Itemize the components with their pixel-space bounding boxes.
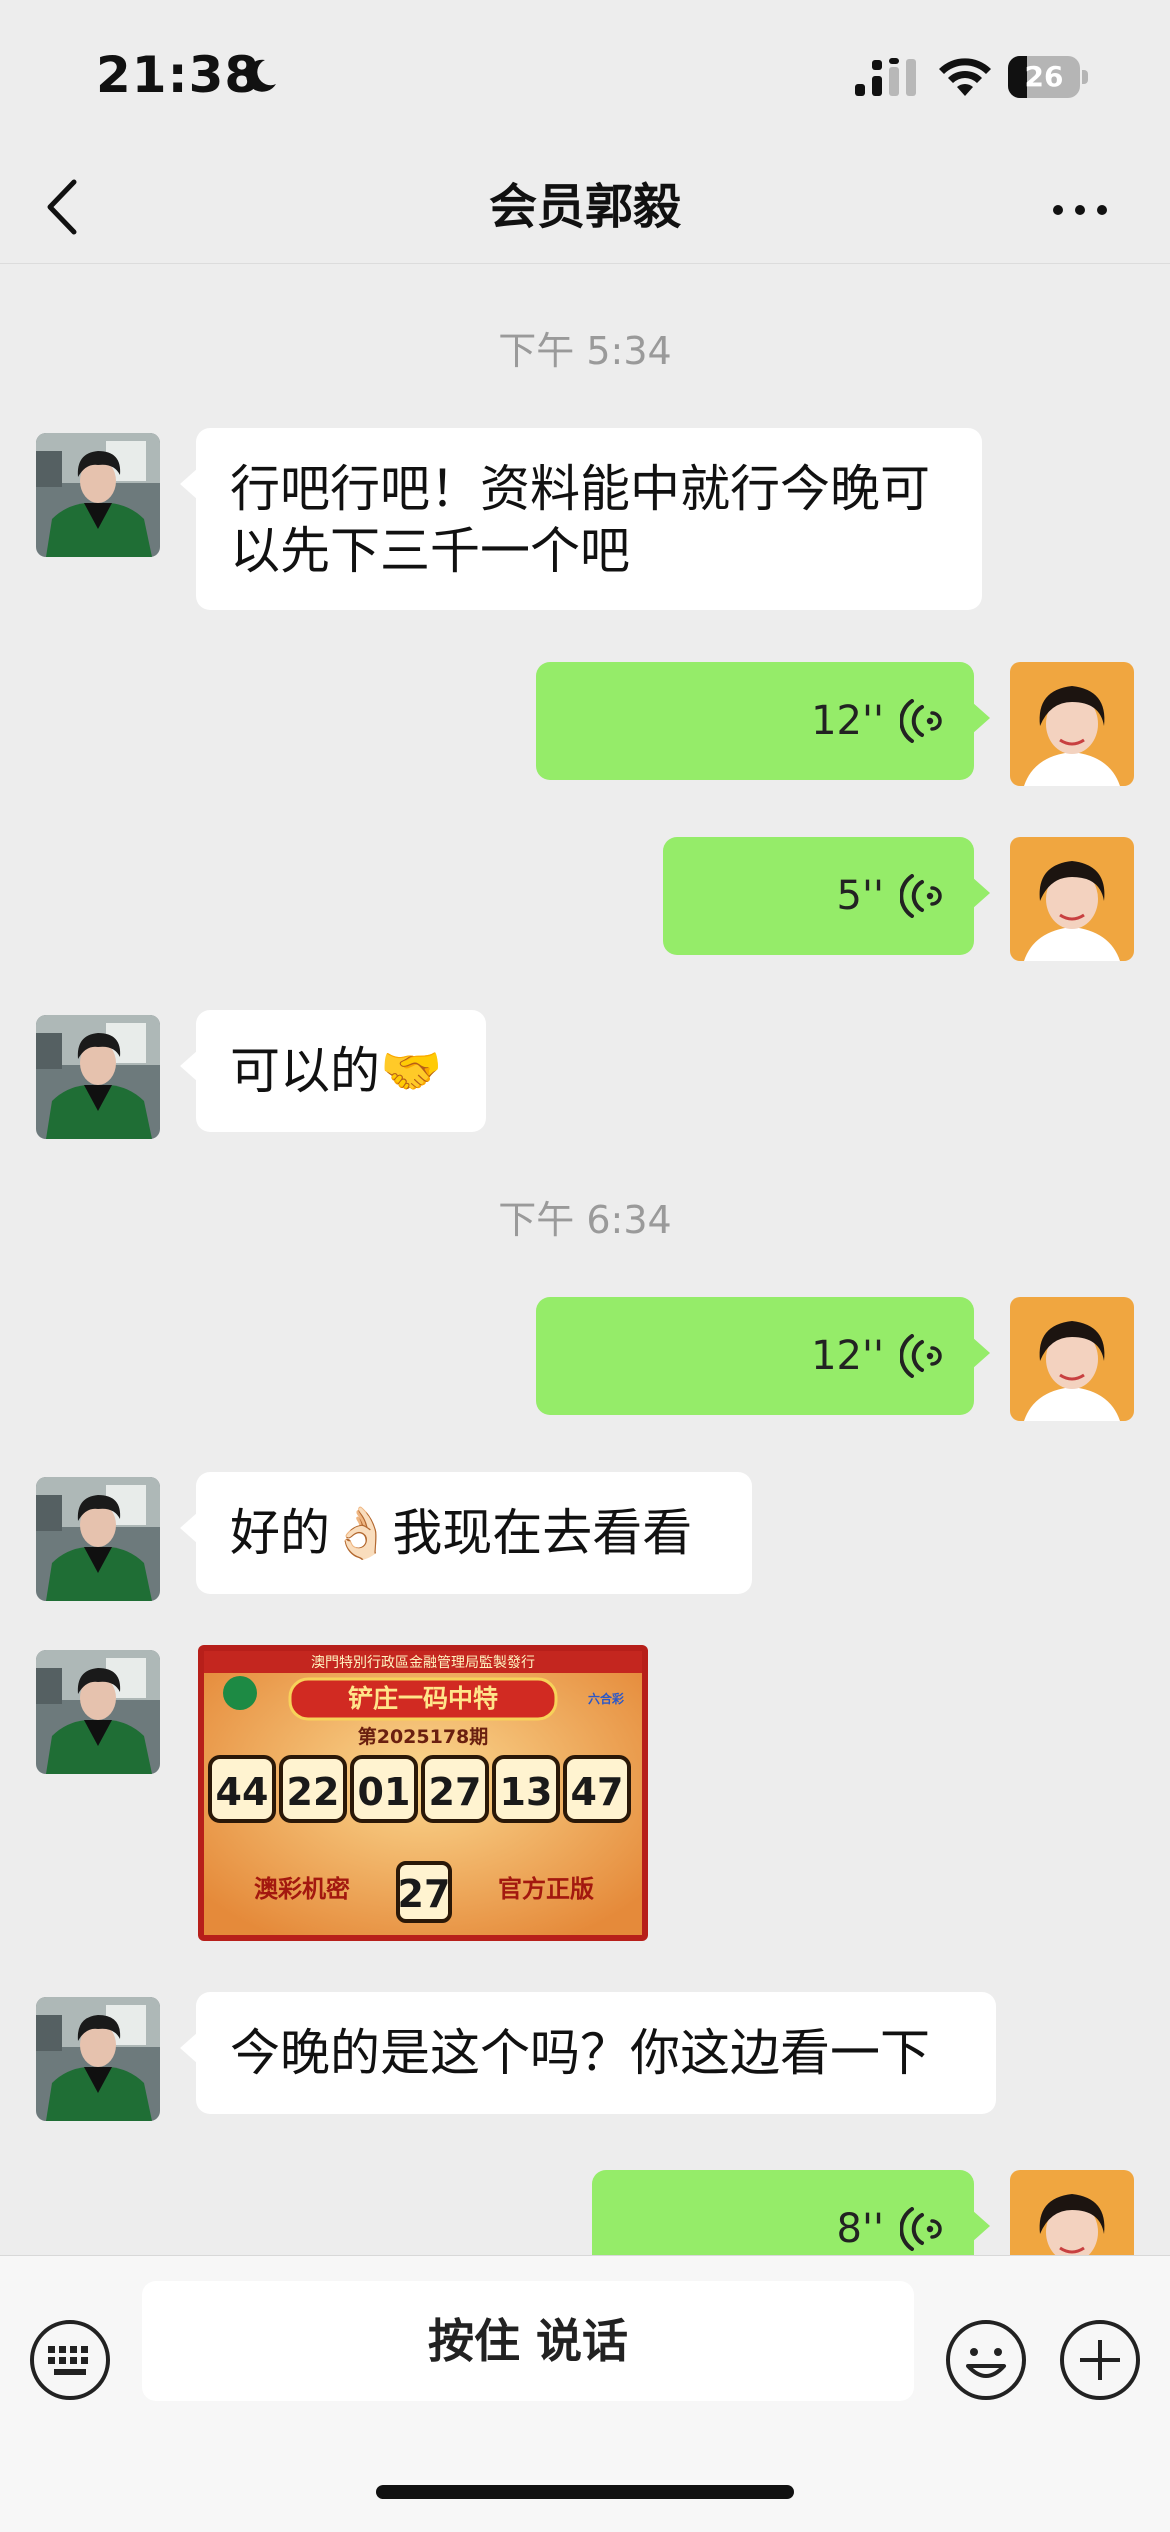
- chat-header: 会员郭毅: [0, 150, 1170, 264]
- received-message[interactable]: 行吧行吧！资料能中就行今晚可以先下三千一个吧: [180, 428, 982, 610]
- home-indicator[interactable]: [376, 2485, 794, 2499]
- lottery-number: 27: [429, 1770, 482, 1814]
- lottery-number: 01: [358, 1770, 411, 1814]
- voice-wave-icon: [900, 874, 944, 918]
- timestamp: 下午 5:34: [498, 329, 672, 373]
- lottery-badge: 六合彩: [588, 1691, 624, 1706]
- voice-wave-icon: [900, 1334, 944, 1378]
- lottery-left-caption: 澳彩机密: [254, 1875, 350, 1903]
- contact-avatar[interactable]: [36, 1650, 160, 1774]
- received-message[interactable]: 好的👌🏻我现在去看看: [180, 1472, 752, 1594]
- voice-message[interactable]: 8'': [592, 2170, 990, 2255]
- my-avatar[interactable]: [1010, 2170, 1134, 2255]
- wifi-icon: [939, 58, 991, 96]
- lottery-number: 13: [500, 1770, 553, 1814]
- lottery-right-caption: 官方正版: [498, 1875, 594, 1903]
- emoji-icon[interactable]: [944, 2318, 1028, 2402]
- voice-wave-icon: [900, 2207, 944, 2251]
- contact-avatar[interactable]: [36, 1477, 160, 1601]
- moon-icon: [246, 59, 276, 92]
- hold-to-talk-button[interactable]: 按住 说话: [142, 2281, 914, 2401]
- chat-title: 会员郭毅: [488, 179, 681, 235]
- lottery-special-number: 27: [398, 1872, 451, 1916]
- more-functions-plus-icon[interactable]: [1058, 2318, 1142, 2402]
- received-message[interactable]: 今晚的是这个吗？你这边看一下: [180, 1992, 996, 2114]
- contact-avatar[interactable]: [36, 433, 160, 557]
- voice-duration: 12'': [811, 1333, 884, 1379]
- voice-duration: 12'': [811, 698, 884, 744]
- voice-message[interactable]: 12'': [536, 1297, 990, 1415]
- lottery-number: 44: [216, 1770, 269, 1814]
- battery-icon: 26: [1008, 56, 1088, 98]
- status-time: 21:38: [96, 46, 261, 104]
- my-avatar[interactable]: [1010, 837, 1134, 961]
- lottery-number: 47: [571, 1770, 624, 1814]
- contact-avatar[interactable]: [36, 1015, 160, 1139]
- cellular-signal-icon: [855, 58, 916, 96]
- more-options-icon[interactable]: [1050, 190, 1110, 230]
- status-bar: 21:38 26: [0, 0, 1170, 150]
- lottery-period: 第2025178期: [358, 1725, 489, 1748]
- timestamp: 下午 6:34: [498, 1198, 672, 1242]
- received-message[interactable]: 可以的🤝: [180, 1010, 486, 1132]
- contact-avatar[interactable]: [36, 1997, 160, 2121]
- lottery-image-message[interactable]: 澳門特別行政區金融管理局監製發行 铲庄一码中特 六合彩 第2025178期 44…: [198, 1645, 648, 1941]
- lottery-number: 22: [287, 1770, 340, 1814]
- lottery-title: 铲庄一码中特: [348, 1684, 498, 1713]
- voice-duration: 5'': [836, 873, 884, 919]
- lottery-header: 澳門特別行政區金融管理局監製發行: [311, 1654, 535, 1671]
- my-avatar[interactable]: [1010, 662, 1134, 786]
- my-avatar[interactable]: [1010, 1297, 1134, 1421]
- voice-wave-icon: [900, 699, 944, 743]
- voice-duration: 8'': [836, 2206, 884, 2252]
- battery-percent: 26: [1024, 60, 1064, 93]
- voice-message[interactable]: 5'': [663, 837, 990, 955]
- message-list[interactable]: 下午 5:34 行吧行吧！资料能中就行今晚可以先下三千一个吧 12'' 5'' …: [0, 265, 1170, 2255]
- voice-message[interactable]: 12'': [536, 662, 990, 780]
- keyboard-icon[interactable]: [28, 2318, 112, 2402]
